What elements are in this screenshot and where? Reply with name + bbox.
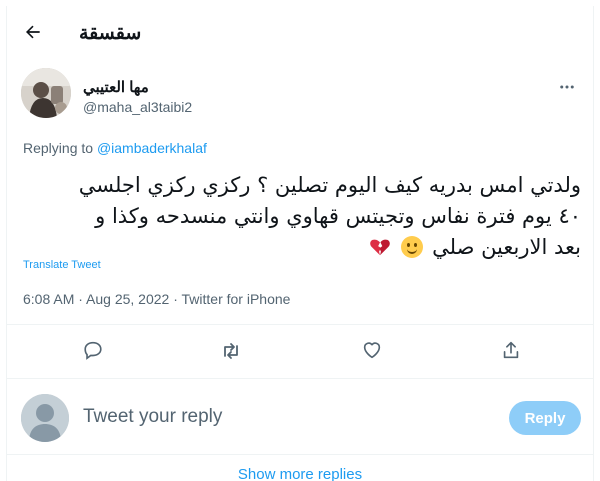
default-avatar-icon [21, 394, 69, 442]
broken-heart-icon [369, 239, 390, 256]
tweet-page: سقسقة مها العتيبي @maha_al3taibi2 Replyi… [6, 6, 594, 481]
tweet-line-text: بعد الاربعين صلي [432, 235, 581, 259]
avatar[interactable] [21, 68, 71, 118]
divider [7, 454, 593, 455]
slightly-smiling-face-icon [401, 236, 424, 258]
more-horizontal-icon [560, 85, 574, 89]
top-bar: سقسقة [7, 6, 593, 59]
translate-tweet-link[interactable]: Translate Tweet [23, 259, 101, 271]
reply-button[interactable] [82, 339, 106, 363]
tweet-text: ولدتي امس بدريه كيف اليوم تصلين ؟ ركزي ر… [23, 170, 581, 263]
arrow-left-icon [26, 25, 40, 39]
retweet-button[interactable] [219, 339, 243, 363]
replying-prefix: Replying to [23, 140, 97, 156]
reply-icon [84, 341, 102, 360]
replying-to: Replying to @iambaderkhalaf [23, 140, 207, 156]
tweet-actions [7, 331, 593, 371]
page-title: سقسقة [79, 23, 142, 44]
more-button[interactable] [557, 78, 577, 98]
replying-mention-link[interactable]: @iambaderkhalaf [97, 140, 207, 156]
tweet-line: ٤٠ يوم فترة نفاس وتجيتس قهاوي وانتي منسد… [95, 204, 581, 228]
tweet-line: ولدتي امس بدريه كيف اليوم تصلين ؟ ركزي ر… [78, 173, 581, 197]
reply-submit-button[interactable]: Reply [509, 401, 581, 435]
divider [7, 378, 593, 379]
back-button[interactable] [21, 20, 45, 44]
share-button[interactable] [500, 339, 524, 363]
like-icon [363, 342, 381, 359]
retweet-icon [224, 343, 238, 359]
author-name[interactable]: مها العتيبي [83, 78, 149, 96]
user-avatar [21, 394, 69, 442]
reply-input[interactable] [83, 406, 383, 428]
tweet-line: بعد الاربعين صلي [23, 232, 581, 263]
tweet-author: مها العتيبي @maha_al3taibi2 [21, 68, 581, 128]
tweet-timestamp[interactable]: 6:08 AM · Aug 25, 2022 · Twitter for iPh… [23, 291, 290, 307]
reply-composer: Reply [7, 386, 593, 446]
show-more-replies-link[interactable]: Show more replies [7, 466, 593, 481]
author-handle[interactable]: @maha_al3taibi2 [83, 99, 192, 115]
divider [7, 324, 593, 325]
like-button[interactable] [361, 339, 385, 363]
share-icon [503, 341, 519, 359]
avatar-image [21, 68, 71, 118]
